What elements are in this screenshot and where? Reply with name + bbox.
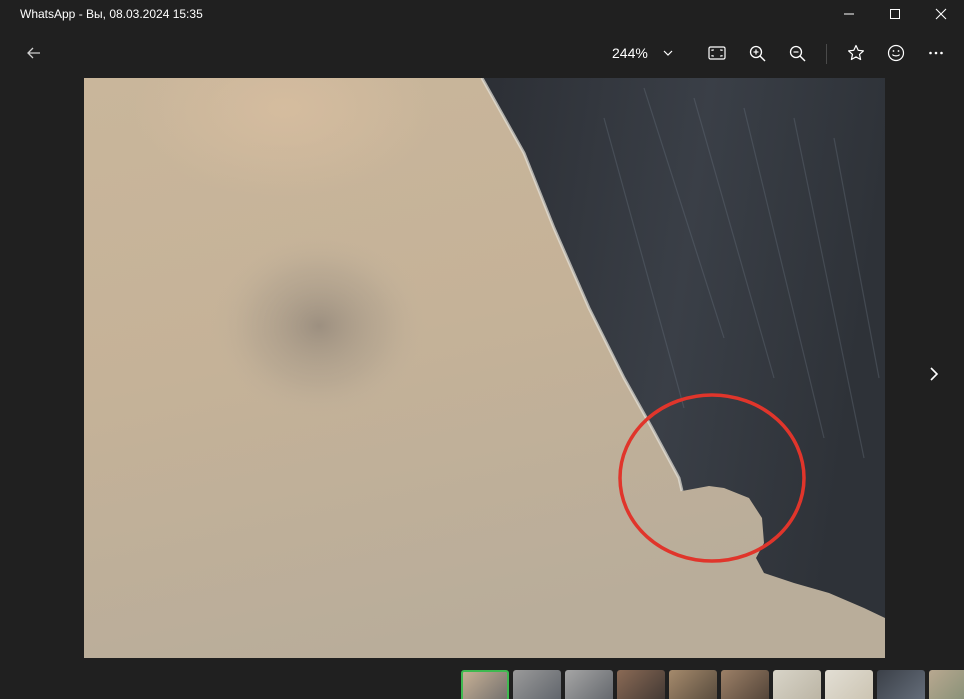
zoom-level: 244% [612,45,648,61]
filmstrip-thumb[interactable] [669,670,717,699]
minimize-icon [844,13,854,15]
more-button[interactable] [920,38,952,68]
maximize-button[interactable] [872,0,918,28]
filmstrip [0,668,964,699]
image-viewer [0,78,964,668]
filmstrip-thumb[interactable] [877,670,925,699]
filmstrip-thumb[interactable] [825,670,873,699]
filmstrip-thumb[interactable] [929,670,964,699]
chevron-down-icon [663,50,673,56]
filmstrip-thumb[interactable] [461,670,509,699]
maximize-icon [890,9,900,19]
zoom-in-button[interactable] [741,38,773,68]
fit-to-window-icon [708,46,726,60]
filmstrip-thumb[interactable] [513,670,561,699]
filmstrip-thumb[interactable] [773,670,821,699]
favorite-button[interactable] [840,38,872,68]
filmstrip-thumb[interactable] [565,670,613,699]
zoom-in-icon [749,45,765,61]
star-icon [848,44,864,61]
filmstrip-thumb[interactable] [721,670,769,699]
window-title: WhatsApp - Вы, 08.03.2024 15:35 [20,7,203,21]
zoom-dropdown[interactable]: 244% [612,38,674,68]
minimize-button[interactable] [826,0,872,28]
close-icon [935,8,947,20]
photo-shadow-blob [209,231,429,421]
zoom-out-button[interactable] [781,38,813,68]
arrow-left-icon [27,47,40,59]
smiley-icon [887,44,905,62]
zoom-out-icon [789,45,805,61]
close-button[interactable] [918,0,964,28]
chevron-right-icon [930,367,939,381]
title-bar: WhatsApp - Вы, 08.03.2024 15:35 [0,0,964,28]
back-button[interactable] [18,38,50,68]
photo-canvas[interactable] [84,78,885,658]
next-image-button[interactable] [918,358,950,390]
feedback-button[interactable] [880,38,912,68]
fit-to-window-button[interactable] [701,38,733,68]
toolbar: 244% [0,28,964,78]
more-horizontal-icon [929,51,943,55]
toolbar-separator [826,44,827,64]
filmstrip-thumb[interactable] [617,670,665,699]
